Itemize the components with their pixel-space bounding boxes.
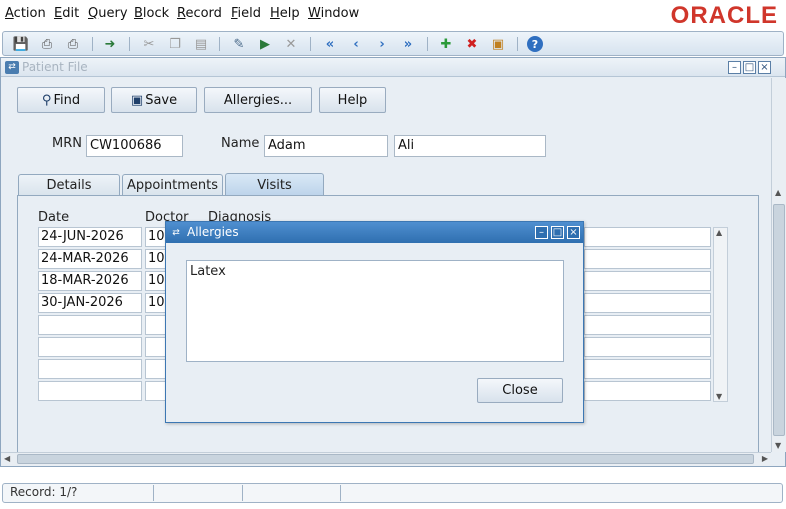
tab-visits[interactable]: Visits <box>225 173 324 196</box>
insert-record-icon[interactable]: ✚ <box>437 35 455 53</box>
dialog-title: Allergies <box>187 225 239 239</box>
minimize-icon[interactable]: – <box>535 226 548 239</box>
window-horizontal-scrollbar[interactable]: ◀ ▶ <box>1 452 771 466</box>
close-icon[interactable]: × <box>758 61 771 74</box>
horizontal-scroll-thumb[interactable] <box>17 454 754 464</box>
vertical-scroll-thumb[interactable] <box>773 204 785 436</box>
name-label: Name <box>221 136 260 151</box>
visit-date-cell[interactable] <box>38 337 142 357</box>
save-button[interactable]: ▣ Save <box>111 87 197 113</box>
menu-help[interactable]: Help <box>270 6 300 21</box>
first-record-icon[interactable]: « <box>321 35 339 53</box>
grid-vertical-scrollbar[interactable]: ▲ ▼ <box>713 227 728 402</box>
menu-record[interactable]: Record <box>177 6 222 21</box>
visit-diagnosis-cell[interactable] <box>584 381 711 401</box>
cancel-query-icon[interactable]: ✕ <box>282 35 300 53</box>
execute-query-icon[interactable]: ▶ <box>256 35 274 53</box>
exit-icon[interactable]: ➜ <box>101 35 119 53</box>
visit-diagnosis-cell[interactable] <box>584 359 711 379</box>
menu-window[interactable]: Window <box>308 6 359 21</box>
maximize-icon[interactable]: □ <box>743 61 756 74</box>
visit-date-cell[interactable]: 30-JAN-2026 <box>38 293 142 313</box>
scroll-down-icon[interactable]: ▼ <box>716 392 722 401</box>
previous-record-icon[interactable]: ‹ <box>347 35 365 53</box>
help-button[interactable]: Help <box>319 87 386 113</box>
dialog-system-icon[interactable]: ⇄ <box>170 227 182 239</box>
last-name-field[interactable]: Ali <box>394 135 546 157</box>
visit-diagnosis-cell[interactable] <box>584 271 711 291</box>
toolbar-separator <box>219 37 220 51</box>
mrn-field[interactable]: CW100686 <box>86 135 183 157</box>
window-vertical-scrollbar[interactable]: ▲ ▼ <box>771 78 786 452</box>
search-icon: ⚲ <box>41 92 52 108</box>
scroll-up-icon[interactable]: ▲ <box>775 188 781 197</box>
toolbar-separator <box>427 37 428 51</box>
visit-diagnosis-cell[interactable] <box>584 293 711 313</box>
toolbar-separator <box>92 37 93 51</box>
menu-action[interactable]: Action <box>5 6 46 21</box>
menu-bar: Action Edit Query Block Record Field Hel… <box>0 0 786 30</box>
visit-diagnosis-cell[interactable] <box>584 227 711 247</box>
toolbar: 💾 ⎙ ⎙ ➜ ✂ ❐ ▤ ✎ ▶ ✕ « ‹ › » ✚ ✖ ▣ ? <box>2 31 784 56</box>
record-status: Record: 1/? <box>4 485 154 501</box>
minimize-icon[interactable]: – <box>728 61 741 74</box>
tab-appointments[interactable]: Appointments <box>122 174 223 196</box>
visit-date-cell[interactable]: 18-MAR-2026 <box>38 271 142 291</box>
allergies-button[interactable]: Allergies... <box>204 87 312 113</box>
next-record-icon[interactable]: › <box>373 35 391 53</box>
scroll-right-icon[interactable]: ▶ <box>762 454 768 463</box>
visit-date-cell[interactable] <box>38 359 142 379</box>
visit-diagnosis-cell[interactable] <box>584 315 711 335</box>
menu-query[interactable]: Query <box>88 6 128 21</box>
copy-icon[interactable]: ❐ <box>166 35 184 53</box>
close-button[interactable]: Close <box>477 378 563 403</box>
find-button[interactable]: ⚲ Find <box>17 87 105 113</box>
visit-diagnosis-cell[interactable] <box>584 337 711 357</box>
scroll-up-icon[interactable]: ▲ <box>716 228 722 237</box>
save-icon[interactable]: 💾 <box>12 35 30 53</box>
dialog-title-bar: ⇄ Allergies – □ × <box>166 222 583 243</box>
delete-record-icon[interactable]: ✖ <box>463 35 481 53</box>
window-title-bar: ⇄ Patient File – □ × <box>1 58 785 77</box>
paste-icon[interactable]: ▤ <box>192 35 210 53</box>
oracle-logo: ORACLE <box>670 2 778 29</box>
print-icon[interactable]: ⎙ <box>38 35 56 53</box>
window-title: Patient File <box>22 60 88 74</box>
visit-diagnosis-cell[interactable] <box>584 249 711 269</box>
help-icon[interactable]: ? <box>527 36 543 52</box>
enter-query-icon[interactable]: ✎ <box>230 35 248 53</box>
status-segment <box>244 485 341 501</box>
scroll-left-icon[interactable]: ◀ <box>4 454 10 463</box>
menu-edit[interactable]: Edit <box>54 6 79 21</box>
mrn-label: MRN <box>52 136 82 151</box>
window-system-icon[interactable]: ⇄ <box>5 61 19 74</box>
first-name-field[interactable]: Adam <box>264 135 388 157</box>
menu-block[interactable]: Block <box>134 6 169 21</box>
visit-date-cell[interactable] <box>38 315 142 335</box>
menu-field[interactable]: Field <box>231 6 261 21</box>
last-record-icon[interactable]: » <box>399 35 417 53</box>
allergies-dialog: ⇄ Allergies – □ × Latex Close <box>165 221 584 423</box>
save-icon: ▣ <box>130 92 144 108</box>
tab-details[interactable]: Details <box>18 174 120 196</box>
lock-record-icon[interactable]: ▣ <box>489 35 507 53</box>
print-setup-icon[interactable]: ⎙ <box>64 35 82 53</box>
visit-date-cell[interactable]: 24-MAR-2026 <box>38 249 142 269</box>
date-column-header: Date <box>38 210 70 225</box>
scroll-down-icon[interactable]: ▼ <box>775 441 781 450</box>
visit-date-cell[interactable]: 24-JUN-2026 <box>38 227 142 247</box>
close-icon[interactable]: × <box>567 226 580 239</box>
visit-date-cell[interactable] <box>38 381 142 401</box>
maximize-icon[interactable]: □ <box>551 226 564 239</box>
status-segment <box>155 485 243 501</box>
status-bar: Record: 1/? <box>2 470 783 503</box>
toolbar-separator <box>517 37 518 51</box>
toolbar-separator <box>129 37 130 51</box>
cut-icon[interactable]: ✂ <box>140 35 158 53</box>
allergies-text-area[interactable]: Latex <box>186 260 564 362</box>
toolbar-separator <box>310 37 311 51</box>
